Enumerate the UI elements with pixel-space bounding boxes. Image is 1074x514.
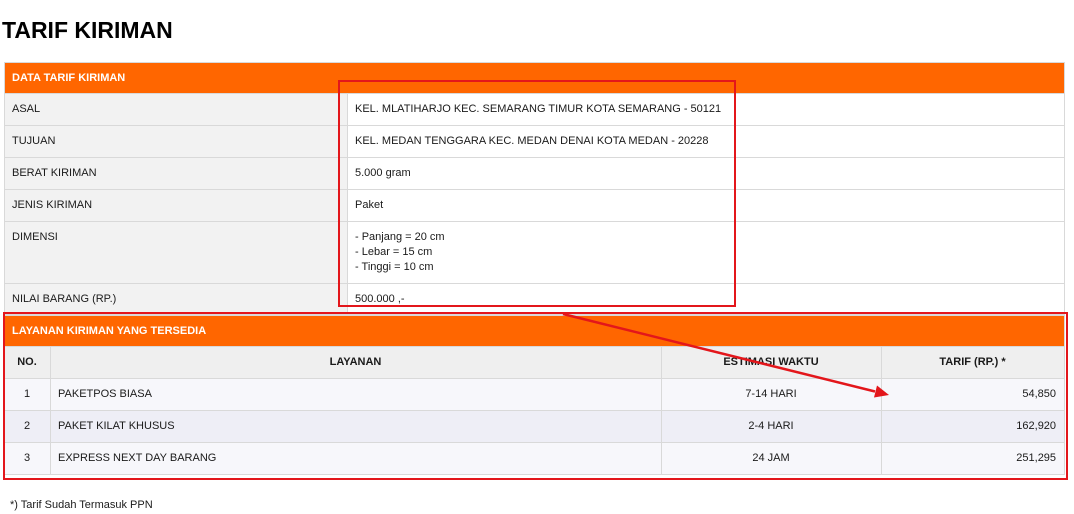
destination-label: TUJUAN [4,125,348,158]
service-row: 3 EXPRESS NEXT DAY BARANG 24 JAM 251,295 [4,442,1066,475]
col-header-eta: ESTIMASI WAKTU [661,346,882,379]
service-eta: 7-14 HARI [661,378,882,411]
service-rate: 251,295 [880,442,1066,475]
service-name: PAKETPOS BIASA [50,378,662,411]
data-row-origin: ASAL KEL. MLATIHARJO KEC. SEMARANG TIMUR… [4,93,1065,126]
data-row-dimensions: DIMENSI - Panjang = 20 cm - Lebar = 15 c… [4,221,1065,284]
dimension-height: - Tinggi = 10 cm [355,261,434,273]
origin-value: KEL. MLATIHARJO KEC. SEMARANG TIMUR KOTA… [347,93,1065,126]
footnote: *) Tarif Sudah Termasuk PPN [10,499,153,511]
col-header-service: LAYANAN [50,346,662,379]
origin-label: ASAL [4,93,348,126]
shipping-data-table: DATA TARIF KIRIMAN ASAL KEL. MLATIHARJO … [4,62,1065,315]
data-table-heading-row: DATA TARIF KIRIMAN [4,62,1065,94]
service-name: EXPRESS NEXT DAY BARANG [50,442,662,475]
services-heading: LAYANAN KIRIMAN YANG TERSEDIA [3,315,1066,347]
data-row-shipment-type: JENIS KIRIMAN Paket [4,189,1065,222]
destination-value: KEL. MEDAN TENGGARA KEC. MEDAN DENAI KOT… [347,125,1065,158]
service-no: 3 [4,442,51,475]
weight-value: 5.000 gram [347,157,1065,190]
dimensions-label: DIMENSI [4,221,348,284]
service-rate: 162,920 [880,410,1066,443]
dimension-length: - Panjang = 20 cm [355,231,445,243]
services-table: LAYANAN KIRIMAN YANG TERSEDIA NO. LAYANA… [3,315,1066,475]
services-column-header-row: NO. LAYANAN ESTIMASI WAKTU TARIF (RP.) * [4,346,1066,379]
data-table-heading: DATA TARIF KIRIMAN [4,62,1065,94]
services-heading-row: LAYANAN KIRIMAN YANG TERSEDIA [3,315,1066,347]
data-row-weight: BERAT KIRIMAN 5.000 gram [4,157,1065,190]
shipment-type-label: JENIS KIRIMAN [4,189,348,222]
service-row: 2 PAKET KILAT KHUSUS 2-4 HARI 162,920 [4,410,1066,443]
goods-value-value: 500.000 ,- [347,283,1065,315]
service-eta: 24 JAM [661,442,882,475]
data-row-destination: TUJUAN KEL. MEDAN TENGGARA KEC. MEDAN DE… [4,125,1065,158]
page-title: TARIF KIRIMAN [2,17,173,43]
service-no: 1 [4,378,51,411]
col-header-no: NO. [4,346,51,379]
col-header-rate: TARIF (RP.) * [880,346,1066,379]
service-eta: 2-4 HARI [661,410,882,443]
service-name: PAKET KILAT KHUSUS [50,410,662,443]
dimensions-value: - Panjang = 20 cm - Lebar = 15 cm - Ting… [347,221,1065,284]
data-row-goods-value: NILAI BARANG (RP.) 500.000 ,- [4,283,1065,315]
weight-label: BERAT KIRIMAN [4,157,348,190]
service-rate: 54,850 [880,378,1066,411]
dimension-width: - Lebar = 15 cm [355,246,433,258]
goods-value-label: NILAI BARANG (RP.) [4,283,348,315]
shipment-type-value: Paket [347,189,1065,222]
service-row: 1 PAKETPOS BIASA 7-14 HARI 54,850 [4,378,1066,411]
service-no: 2 [4,410,51,443]
